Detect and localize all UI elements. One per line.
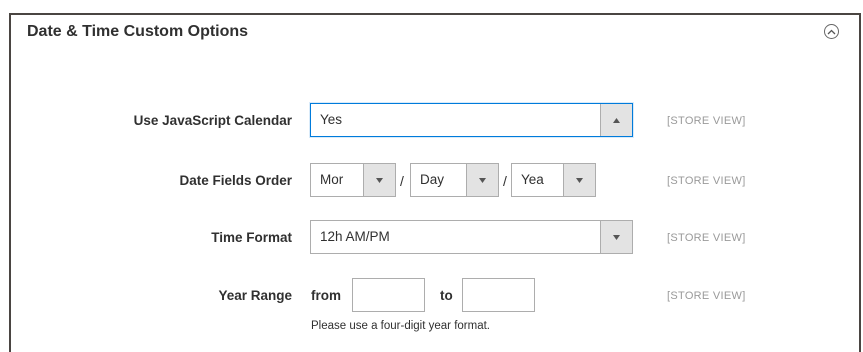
scope-label: [STORE VIEW] xyxy=(667,232,746,244)
from-label: from xyxy=(311,288,341,303)
caret-down-icon xyxy=(479,177,486,183)
month-select-value: Mor xyxy=(320,172,344,187)
year-from-input[interactable] xyxy=(352,278,425,312)
caret-up-icon xyxy=(613,117,620,123)
day-select-value: Day xyxy=(420,172,445,187)
year-select[interactable]: Yea xyxy=(511,163,596,197)
collapse-section-button[interactable] xyxy=(824,24,839,39)
caret-down-icon xyxy=(376,177,383,183)
year-range-note: Please use a four-digit year format. xyxy=(311,320,490,332)
caret-down-icon xyxy=(613,234,620,240)
dropdown-toggle[interactable] xyxy=(466,164,498,196)
time-format-label: Time Format xyxy=(211,230,292,245)
calendar-select[interactable]: Yes xyxy=(310,103,633,137)
date-separator: / xyxy=(400,173,404,189)
dropdown-toggle[interactable] xyxy=(600,104,632,136)
year-select-value: Yea xyxy=(521,172,544,187)
section-title: Date & Time Custom Options xyxy=(27,23,249,40)
dropdown-toggle[interactable] xyxy=(563,164,595,196)
year-to-input[interactable] xyxy=(462,278,535,312)
caret-down-icon xyxy=(576,177,583,183)
year-range-row: Year Range from to [STORE VIEW] xyxy=(0,278,860,314)
dropdown-toggle[interactable] xyxy=(600,221,632,253)
scope-label: [STORE VIEW] xyxy=(667,290,746,302)
time-format-select-value: 12h AM/PM xyxy=(320,229,390,244)
time-format-select[interactable]: 12h AM/PM xyxy=(310,220,633,254)
scope-label: [STORE VIEW] xyxy=(667,115,746,127)
day-select[interactable]: Day xyxy=(410,163,499,197)
calendar-row: Use JavaScript Calendar Yes [STORE VIEW] xyxy=(0,103,860,139)
year-range-label: Year Range xyxy=(218,288,292,303)
date-separator: / xyxy=(503,173,507,189)
calendar-select-value: Yes xyxy=(320,112,343,127)
scope-label: [STORE VIEW] xyxy=(667,175,746,187)
dropdown-toggle[interactable] xyxy=(363,164,395,196)
month-select[interactable]: Mor xyxy=(310,163,396,197)
date-order-row: Date Fields Order Mor / Day / Yea [STORE… xyxy=(0,163,860,199)
to-label: to xyxy=(440,288,453,303)
calendar-label: Use JavaScript Calendar xyxy=(133,113,292,128)
chevron-up-icon xyxy=(827,29,836,35)
time-format-row: Time Format 12h AM/PM [STORE VIEW] xyxy=(0,220,860,256)
date-order-label: Date Fields Order xyxy=(179,173,292,188)
